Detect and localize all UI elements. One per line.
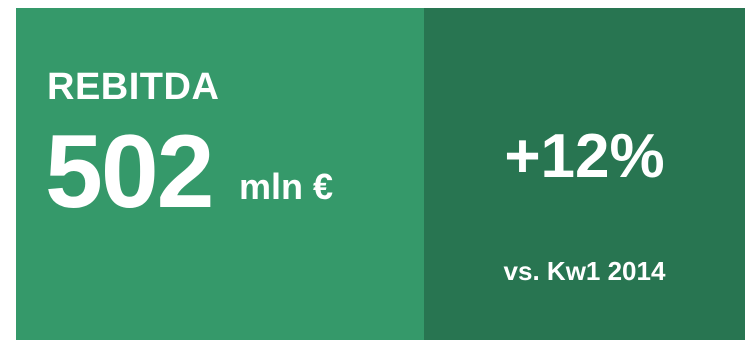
kpi-comparison-label: vs. Kw1 2014 xyxy=(503,256,666,286)
kpi-change-value: +12% xyxy=(504,122,665,191)
kpi-value: 502 xyxy=(45,114,215,230)
kpi-value-panel: REBITDA 502 mln € xyxy=(16,8,424,340)
kpi-card: REBITDA 502 mln € +12% vs. Kw1 2014 xyxy=(16,8,745,340)
kpi-label: REBITDA xyxy=(47,66,220,108)
kpi-change-panel: +12% vs. Kw1 2014 xyxy=(424,8,745,340)
kpi-unit: mln € xyxy=(239,166,334,207)
